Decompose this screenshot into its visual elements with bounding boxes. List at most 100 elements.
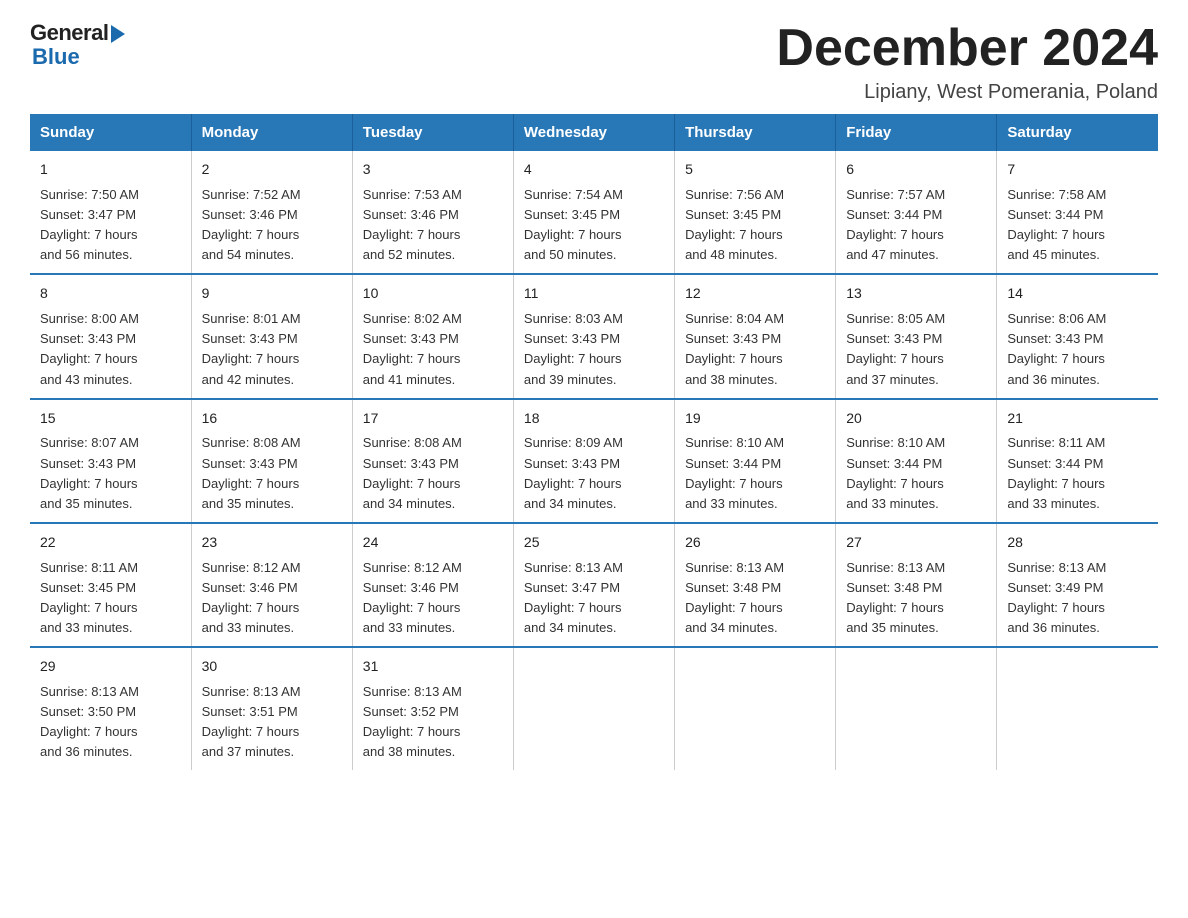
- day-number: 10: [363, 283, 503, 305]
- calendar-cell: 12 Sunrise: 8:04 AMSunset: 3:43 PMDayligh…: [675, 274, 836, 398]
- calendar-cell: 16 Sunrise: 8:08 AMSunset: 3:43 PMDayligh…: [191, 399, 352, 523]
- day-number: 7: [1007, 159, 1148, 181]
- calendar-week-row: 1 Sunrise: 7:50 AMSunset: 3:47 PMDaylight…: [30, 151, 1158, 274]
- calendar-week-row: 15Sunrise: 8:07 AMSunset: 3:43 PMDayligh…: [30, 399, 1158, 523]
- calendar-cell: 15Sunrise: 8:07 AMSunset: 3:43 PMDayligh…: [30, 399, 191, 523]
- calendar-cell: [836, 647, 997, 770]
- day-info: Sunrise: 7:53 AMSunset: 3:46 PMDaylight:…: [363, 187, 462, 262]
- calendar-cell: 6 Sunrise: 7:57 AMSunset: 3:44 PMDaylight…: [836, 151, 997, 274]
- day-number: 3: [363, 159, 503, 181]
- calendar-week-row: 29 Sunrise: 8:13 AMSunset: 3:50 PMDayligh…: [30, 647, 1158, 770]
- col-header-sunday: Sunday: [30, 114, 191, 151]
- day-number: 4: [524, 159, 664, 181]
- day-number: 13: [846, 283, 986, 305]
- logo: General Blue: [30, 20, 125, 70]
- calendar-cell: 3 Sunrise: 7:53 AMSunset: 3:46 PMDaylight…: [352, 151, 513, 274]
- calendar-cell: [997, 647, 1158, 770]
- day-number: 18: [524, 408, 664, 430]
- day-number: 1: [40, 159, 181, 181]
- day-number: 31: [363, 656, 503, 678]
- calendar-cell: 1 Sunrise: 7:50 AMSunset: 3:47 PMDaylight…: [30, 151, 191, 274]
- calendar-cell: 9Sunrise: 8:01 AMSunset: 3:43 PMDaylight…: [191, 274, 352, 398]
- day-number: 25: [524, 532, 664, 554]
- calendar-cell: [675, 647, 836, 770]
- calendar-cell: 21 Sunrise: 8:11 AMSunset: 3:44 PMDayligh…: [997, 399, 1158, 523]
- calendar-cell: 7 Sunrise: 7:58 AMSunset: 3:44 PMDaylight…: [997, 151, 1158, 274]
- day-info: Sunrise: 8:13 AMSunset: 3:50 PMDaylight:…: [40, 684, 139, 759]
- logo-blue-text: Blue: [32, 44, 80, 70]
- day-info: Sunrise: 8:13 AMSunset: 3:48 PMDaylight:…: [685, 560, 784, 635]
- day-number: 2: [202, 159, 342, 181]
- calendar-cell: 13 Sunrise: 8:05 AMSunset: 3:43 PMDayligh…: [836, 274, 997, 398]
- day-info: Sunrise: 8:11 AMSunset: 3:44 PMDaylight:…: [1007, 435, 1105, 510]
- day-info: Sunrise: 8:05 AMSunset: 3:43 PMDaylight:…: [846, 311, 945, 386]
- day-info: Sunrise: 7:50 AMSunset: 3:47 PMDaylight:…: [40, 187, 139, 262]
- day-number: 29: [40, 656, 181, 678]
- day-info: Sunrise: 7:57 AMSunset: 3:44 PMDaylight:…: [846, 187, 945, 262]
- calendar-cell: 8Sunrise: 8:00 AMSunset: 3:43 PMDaylight…: [30, 274, 191, 398]
- col-header-friday: Friday: [836, 114, 997, 151]
- day-number: 28: [1007, 532, 1148, 554]
- day-info: Sunrise: 8:11 AMSunset: 3:45 PMDaylight:…: [40, 560, 138, 635]
- logo-general-text: General: [30, 20, 108, 46]
- calendar-cell: 18Sunrise: 8:09 AMSunset: 3:43 PMDayligh…: [513, 399, 674, 523]
- calendar-week-row: 8Sunrise: 8:00 AMSunset: 3:43 PMDaylight…: [30, 274, 1158, 398]
- calendar-cell: 24 Sunrise: 8:12 AMSunset: 3:46 PMDayligh…: [352, 523, 513, 647]
- day-info: Sunrise: 8:10 AMSunset: 3:44 PMDaylight:…: [846, 435, 945, 510]
- calendar-table: SundayMondayTuesdayWednesdayThursdayFrid…: [30, 114, 1158, 770]
- day-info: Sunrise: 8:01 AMSunset: 3:43 PMDaylight:…: [202, 311, 301, 386]
- calendar-cell: 10 Sunrise: 8:02 AMSunset: 3:43 PMDayligh…: [352, 274, 513, 398]
- day-number: 30: [202, 656, 342, 678]
- col-header-thursday: Thursday: [675, 114, 836, 151]
- calendar-cell: 11 Sunrise: 8:03 AMSunset: 3:43 PMDayligh…: [513, 274, 674, 398]
- col-header-wednesday: Wednesday: [513, 114, 674, 151]
- col-header-tuesday: Tuesday: [352, 114, 513, 151]
- day-info: Sunrise: 8:13 AMSunset: 3:47 PMDaylight:…: [524, 560, 623, 635]
- calendar-cell: 30 Sunrise: 8:13 AMSunset: 3:51 PMDayligh…: [191, 647, 352, 770]
- calendar-cell: 20Sunrise: 8:10 AMSunset: 3:44 PMDayligh…: [836, 399, 997, 523]
- day-info: Sunrise: 8:10 AMSunset: 3:44 PMDaylight:…: [685, 435, 784, 510]
- day-number: 19: [685, 408, 825, 430]
- day-info: Sunrise: 7:54 AMSunset: 3:45 PMDaylight:…: [524, 187, 623, 262]
- day-number: 5: [685, 159, 825, 181]
- calendar-cell: 22Sunrise: 8:11 AMSunset: 3:45 PMDayligh…: [30, 523, 191, 647]
- day-info: Sunrise: 8:12 AMSunset: 3:46 PMDaylight:…: [363, 560, 462, 635]
- calendar-cell: 26 Sunrise: 8:13 AMSunset: 3:48 PMDayligh…: [675, 523, 836, 647]
- calendar-cell: [513, 647, 674, 770]
- day-info: Sunrise: 8:02 AMSunset: 3:43 PMDaylight:…: [363, 311, 462, 386]
- day-info: Sunrise: 7:56 AMSunset: 3:45 PMDaylight:…: [685, 187, 784, 262]
- day-number: 15: [40, 408, 181, 430]
- calendar-cell: 14Sunrise: 8:06 AMSunset: 3:43 PMDayligh…: [997, 274, 1158, 398]
- page-header: General Blue December 2024 Lipiany, West…: [30, 20, 1158, 104]
- day-number: 8: [40, 283, 181, 305]
- day-info: Sunrise: 8:04 AMSunset: 3:43 PMDaylight:…: [685, 311, 784, 386]
- calendar-cell: 5 Sunrise: 7:56 AMSunset: 3:45 PMDaylight…: [675, 151, 836, 274]
- day-info: Sunrise: 8:03 AMSunset: 3:43 PMDaylight:…: [524, 311, 623, 386]
- day-info: Sunrise: 8:08 AMSunset: 3:43 PMDaylight:…: [363, 435, 462, 510]
- day-number: 17: [363, 408, 503, 430]
- day-number: 26: [685, 532, 825, 554]
- col-header-monday: Monday: [191, 114, 352, 151]
- day-number: 27: [846, 532, 986, 554]
- day-number: 24: [363, 532, 503, 554]
- calendar-cell: 19 Sunrise: 8:10 AMSunset: 3:44 PMDayligh…: [675, 399, 836, 523]
- day-info: Sunrise: 8:12 AMSunset: 3:46 PMDaylight:…: [202, 560, 301, 635]
- col-header-saturday: Saturday: [997, 114, 1158, 151]
- day-info: Sunrise: 8:13 AMSunset: 3:51 PMDaylight:…: [202, 684, 301, 759]
- day-number: 16: [202, 408, 342, 430]
- day-number: 11: [524, 283, 664, 305]
- calendar-cell: 23Sunrise: 8:12 AMSunset: 3:46 PMDayligh…: [191, 523, 352, 647]
- day-info: Sunrise: 8:13 AMSunset: 3:48 PMDaylight:…: [846, 560, 945, 635]
- calendar-cell: 17 Sunrise: 8:08 AMSunset: 3:43 PMDayligh…: [352, 399, 513, 523]
- day-info: Sunrise: 8:08 AMSunset: 3:43 PMDaylight:…: [202, 435, 301, 510]
- day-info: Sunrise: 7:58 AMSunset: 3:44 PMDaylight:…: [1007, 187, 1106, 262]
- day-info: Sunrise: 8:13 AMSunset: 3:49 PMDaylight:…: [1007, 560, 1106, 635]
- day-number: 21: [1007, 408, 1148, 430]
- calendar-cell: 28 Sunrise: 8:13 AMSunset: 3:49 PMDayligh…: [997, 523, 1158, 647]
- calendar-week-row: 22Sunrise: 8:11 AMSunset: 3:45 PMDayligh…: [30, 523, 1158, 647]
- location-subtitle: Lipiany, West Pomerania, Poland: [776, 81, 1158, 104]
- calendar-cell: 31Sunrise: 8:13 AMSunset: 3:52 PMDayligh…: [352, 647, 513, 770]
- calendar-cell: 25 Sunrise: 8:13 AMSunset: 3:47 PMDayligh…: [513, 523, 674, 647]
- day-number: 6: [846, 159, 986, 181]
- day-number: 12: [685, 283, 825, 305]
